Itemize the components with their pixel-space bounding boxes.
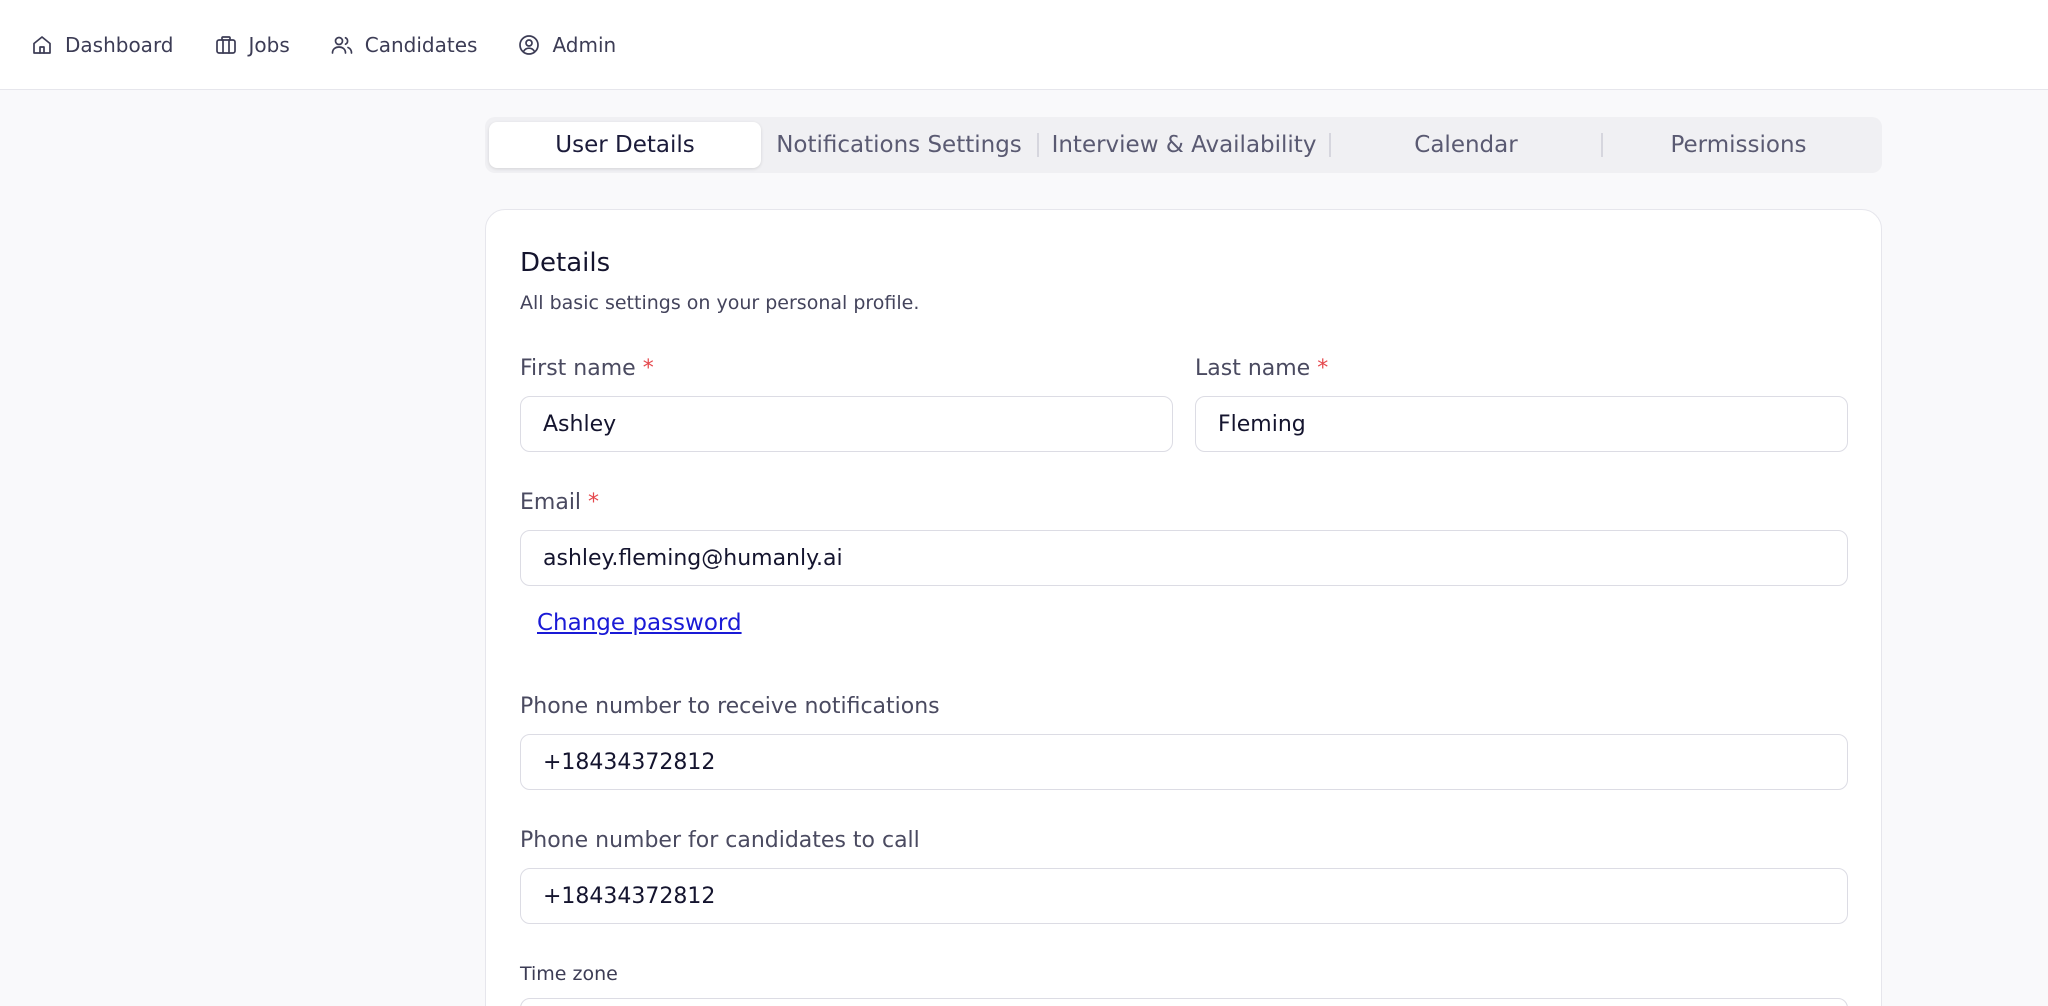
section-title: Details [520,248,611,278]
candidate-phone-label: Phone number for candidates to call [520,828,920,853]
first-name-label-text: First name [520,356,636,381]
last-name-input[interactable] [1195,396,1848,452]
nav-item-candidates[interactable]: Candidates [330,25,478,65]
tab-permissions[interactable]: Permissions [1603,122,1874,168]
email-label: Email * [520,490,599,515]
top-nav: Dashboard Jobs Candidates Admin [0,0,2048,90]
tab-interview-availability[interactable]: Interview & Availability [1039,122,1329,168]
notify-phone-input[interactable] [520,734,1848,790]
nav-item-label: Dashboard [65,32,174,57]
settings-tabs: User Details Notifications Settings Inte… [485,117,1882,173]
section-subtitle: All basic settings on your personal prof… [520,292,920,314]
nav-item-label: Admin [552,32,617,57]
users-icon [330,33,365,57]
nav-item-admin[interactable]: Admin [517,25,616,65]
tab-label: Calendar [1414,132,1518,158]
nav-item-jobs[interactable]: Jobs [214,25,290,65]
nav-item-label: Jobs [248,32,290,57]
tab-label: Interview & Availability [1051,132,1317,158]
required-mark: * [1317,356,1329,381]
tab-calendar[interactable]: Calendar [1331,122,1601,168]
tab-label: Notifications Settings [776,132,1022,158]
first-name-label: First name * [520,356,654,381]
tab-user-details[interactable]: User Details [489,122,761,168]
email-label-text: Email [520,490,582,515]
time-zone-select[interactable] [520,998,1848,1006]
email-input[interactable] [520,530,1848,586]
first-name-input[interactable] [520,396,1173,452]
last-name-label-text: Last name [1195,356,1311,381]
tab-notifications-settings[interactable]: Notifications Settings [761,122,1037,168]
time-zone-label: Time zone [520,963,618,985]
last-name-label: Last name * [1195,356,1328,381]
briefcase-icon [214,33,249,57]
details-card: Details All basic settings on your perso… [485,209,1882,1006]
required-mark: * [588,490,600,515]
tab-label: Permissions [1670,132,1807,158]
required-mark: * [642,356,654,381]
home-icon [30,33,65,57]
user-circle-icon [517,33,552,57]
nav-item-label: Candidates [364,32,478,57]
page: Dashboard Jobs Candidates Admin User Det… [0,0,2048,1006]
nav-item-dashboard[interactable]: Dashboard [30,25,174,65]
notify-phone-label: Phone number to receive notifications [520,694,940,719]
tab-label: User Details [555,132,695,158]
change-password-link[interactable]: Change password [537,610,742,636]
candidate-phone-input[interactable] [520,868,1848,924]
